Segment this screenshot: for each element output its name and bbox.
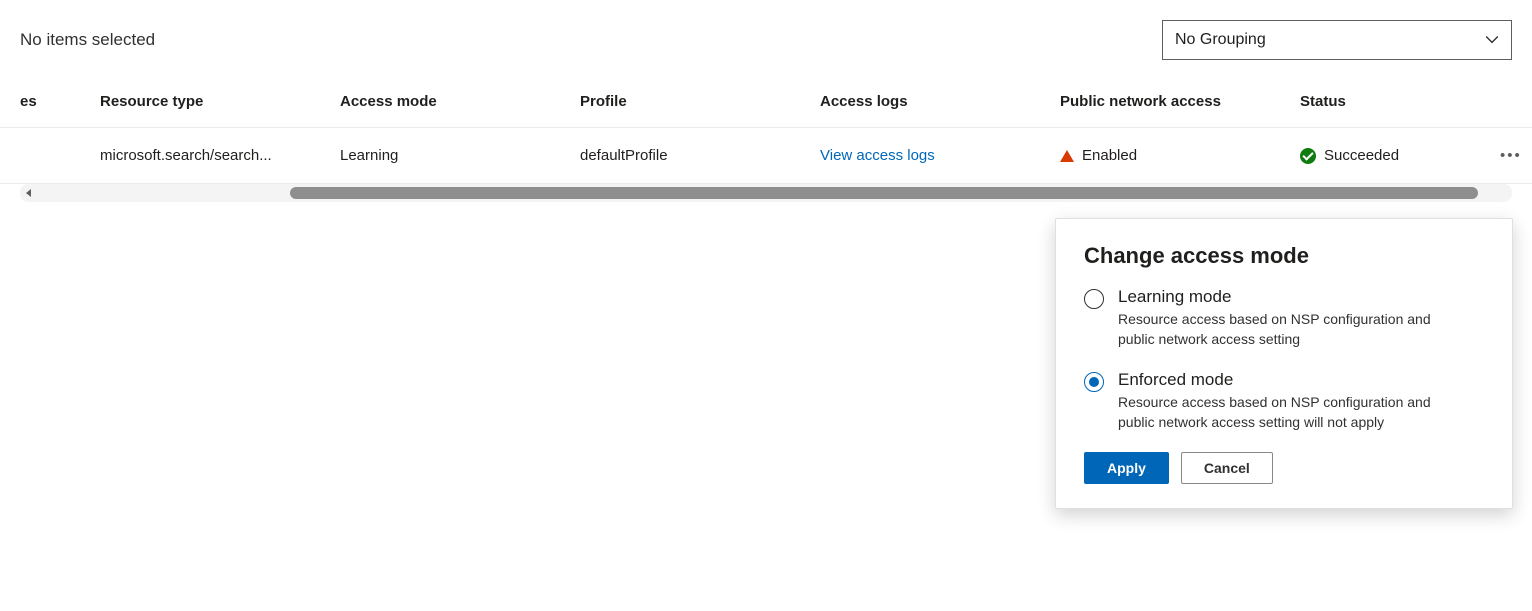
popup-actions: Apply Cancel xyxy=(1084,452,1484,484)
radio-description: Resource access based on NSP configurati… xyxy=(1118,309,1458,350)
selection-summary: No items selected xyxy=(20,30,155,50)
radio-label: Learning mode xyxy=(1118,287,1458,307)
cell-profile: defaultProfile xyxy=(580,147,820,164)
ellipsis-icon: ••• xyxy=(1500,147,1522,164)
column-header-profile[interactable]: Profile xyxy=(580,93,820,110)
grouping-dropdown[interactable]: No Grouping xyxy=(1162,20,1512,60)
column-header-prefix[interactable]: es xyxy=(20,93,100,110)
scroll-left-button[interactable] xyxy=(20,184,38,202)
row-more-actions[interactable]: ••• xyxy=(1500,147,1532,164)
grouping-dropdown-value: No Grouping xyxy=(1175,31,1266,49)
change-access-mode-popup: Change access mode Learning mode Resourc… xyxy=(1055,218,1513,509)
radio-description: Resource access based on NSP configurati… xyxy=(1118,392,1458,433)
column-header-resource-type[interactable]: Resource type xyxy=(100,93,340,110)
success-icon xyxy=(1300,148,1316,164)
popup-title: Change access mode xyxy=(1084,243,1484,269)
apply-button[interactable]: Apply xyxy=(1084,452,1169,484)
chevron-down-icon xyxy=(1485,33,1499,47)
radio-option-learning[interactable]: Learning mode Resource access based on N… xyxy=(1084,287,1484,350)
scroll-thumb[interactable] xyxy=(290,187,1478,199)
top-bar: No items selected No Grouping xyxy=(0,0,1532,80)
table-row[interactable]: microsoft.search/search... Learning defa… xyxy=(0,128,1532,184)
radio-circle-icon xyxy=(1084,289,1104,309)
horizontal-scrollbar[interactable] xyxy=(20,184,1512,202)
triangle-left-icon xyxy=(24,188,34,198)
cancel-button[interactable]: Cancel xyxy=(1181,452,1273,484)
cell-status: Succeeded xyxy=(1324,147,1399,164)
view-access-logs-link[interactable]: View access logs xyxy=(820,147,935,164)
column-header-status[interactable]: Status xyxy=(1300,93,1500,110)
table-header: es Resource type Access mode Profile Acc… xyxy=(0,80,1532,128)
radio-label: Enforced mode xyxy=(1118,370,1458,390)
column-header-public-network-access[interactable]: Public network access xyxy=(1060,93,1300,110)
cell-public-network-access: Enabled xyxy=(1082,147,1137,164)
cell-resource-type: microsoft.search/search... xyxy=(100,147,340,164)
warning-icon xyxy=(1060,150,1074,162)
radio-circle-icon xyxy=(1084,372,1104,392)
column-header-access-logs[interactable]: Access logs xyxy=(820,93,1060,110)
radio-option-enforced[interactable]: Enforced mode Resource access based on N… xyxy=(1084,370,1484,433)
column-header-access-mode[interactable]: Access mode xyxy=(340,93,580,110)
cell-access-mode: Learning xyxy=(340,147,580,164)
